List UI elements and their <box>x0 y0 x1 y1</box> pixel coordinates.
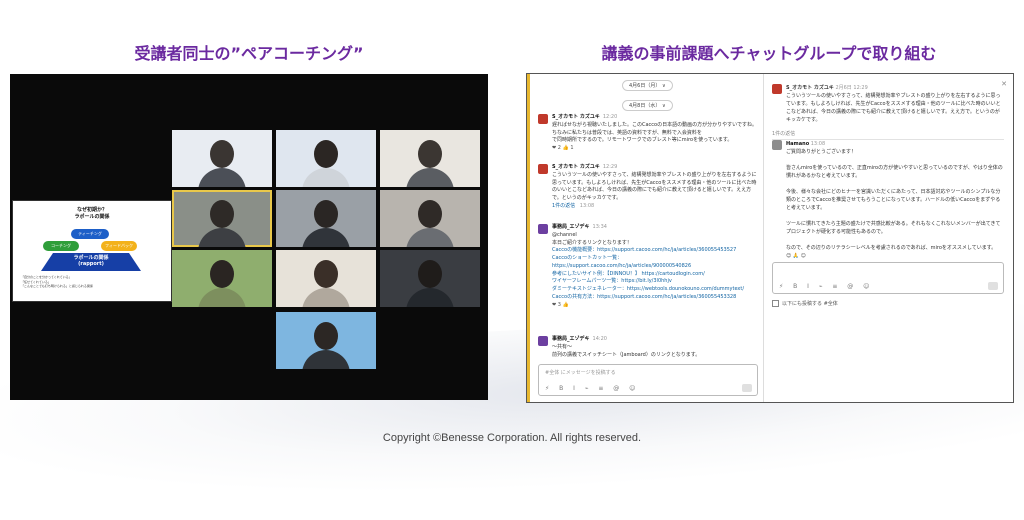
message-time: 13:34 <box>592 224 607 230</box>
participant-tile[interactable] <box>172 250 272 307</box>
message-text: 遅ればせながら視聴いたしました。このCaccoの日本語の動画の方が分かりやすいで… <box>552 121 757 144</box>
message-composer[interactable]: #全体 にメッセージを投稿する ⚡ B I ⌁ ≡ @ ☺ <box>538 364 758 396</box>
message-link[interactable]: ダミーテキストジェネレーター：https://webtools.dounokou… <box>552 286 758 294</box>
send-icon[interactable] <box>742 384 752 392</box>
reply-time: 13:08 <box>579 202 595 209</box>
avatar[interactable] <box>772 84 782 94</box>
message-link[interactable]: Caccoの共有方法：https://support.cacoo.com/hc/… <box>552 294 758 302</box>
chat-message: 事務局_エゾデキ 14:20 〜共有〜 前列の講義でスイッチシート（Jamboar… <box>538 336 758 359</box>
slide-notes: 「自分のことを分かってくれている」 「任せてくれている」 「こんなことでも打ち明… <box>21 275 93 288</box>
message-link[interactable]: ワイヤーフレームパーツ一覧：https://bit.ly/3l0hhjv <box>552 278 758 286</box>
message-author[interactable]: 事務局_エゾデキ <box>552 336 590 342</box>
checkbox[interactable] <box>772 300 779 307</box>
shared-slide: なぜ初期か？ ラポールの関係 ティーチング コーチング フィードバック ラポール… <box>12 200 172 302</box>
heading-chat-group: 講義の事前課題へチャットグループで取り組む <box>601 44 937 63</box>
thread-parent-message: S_オカモト カズユキ 2月6日 12:29 こういうツールの使いやすさって、結… <box>772 84 1004 124</box>
avatar[interactable] <box>538 164 548 174</box>
participant-tile[interactable] <box>276 250 376 307</box>
composer-toolbar-icons[interactable]: ⚡ B I ⌁ ≡ @ ☺ <box>545 385 639 392</box>
participant-tile[interactable] <box>276 130 376 187</box>
message-reactions[interactable]: ❤ 2 👍 1 <box>552 145 758 153</box>
checkbox-label: 以下にも投稿する #全体 <box>782 301 838 307</box>
slide-pyramid-label: ラポールの関係 (rapport) <box>73 255 109 267</box>
avatar[interactable] <box>538 336 548 346</box>
chat-channel-pane: 4月6日（月） ∨ 4月8日（水） ∨ S_オカモト カズユキ 12:20 遅れば… <box>527 74 763 402</box>
avatar[interactable] <box>538 224 548 234</box>
participant-tile[interactable] <box>172 130 272 187</box>
date-divider[interactable]: 4月8日（水） ∨ <box>622 100 673 111</box>
slide-pill-feedback: フィードバック <box>101 241 137 251</box>
message-text: こういうツールの使いやすさって、結構発想効率やブレストの盛り上がりを左右するよう… <box>786 93 1001 123</box>
message-author[interactable]: S_オカモト カズユキ <box>786 85 834 91</box>
participant-tile-active-speaker[interactable] <box>172 190 272 247</box>
slide-title: なぜ初期か？ ラポールの関係 <box>74 207 110 220</box>
message-time: 12:29 <box>602 164 618 170</box>
message-text: ご質問ありがとうございます！ 皆さんmiroを使っているので、正直miroの方が… <box>786 149 1003 251</box>
message-time: 2月6日 12:29 <box>835 85 868 91</box>
message-link[interactable]: Caccoのショートカット一覧：https://support.cacoo.co… <box>552 255 758 271</box>
copyright-footer: Copyright ©Benesse Corporation. All righ… <box>382 432 642 444</box>
chat-app-screenshot: 4月6日（月） ∨ 4月8日（水） ∨ S_オカモト カズユキ 12:20 遅れば… <box>526 73 1014 403</box>
chat-message: 事務局_エゾデキ 13:34 @channel 本日ご紹介するリンクとなります！ … <box>538 224 758 309</box>
message-link[interactable]: Caccoの機能概要：https://support.cacoo.com/hc/… <box>552 247 758 255</box>
send-icon[interactable] <box>988 282 998 290</box>
thread-reply-link[interactable]: 1件の返信 <box>552 203 575 209</box>
participant-tile[interactable] <box>380 190 480 247</box>
slide-pill-teaching: ティーチング <box>71 229 109 239</box>
avatar[interactable] <box>538 114 548 124</box>
message-time: 14:20 <box>592 336 607 342</box>
date-divider[interactable]: 4月6日（月） ∨ <box>622 80 673 91</box>
slide-pill-coaching: コーチング <box>43 241 79 251</box>
chat-message: S_オカモト カズユキ 12:29 こういうツールの使いやすさって、結構発想効率や… <box>538 164 758 211</box>
message-reactions[interactable]: ❤ 3 👍 <box>552 302 758 310</box>
thread-reply-composer[interactable]: ⚡ B I ⌁ ≡ @ ☺ <box>772 262 1004 294</box>
participant-tile[interactable] <box>380 130 480 187</box>
message-time: 13:08 <box>810 141 826 147</box>
thread-pane: ✕ S_オカモト カズユキ 2月6日 12:29 こういうツールの使いやすさって… <box>763 74 1013 402</box>
message-text: 〜共有〜 前列の講義でスイッチシート（Jamboard）のリンクとなります。 <box>552 343 701 358</box>
participant-tile[interactable] <box>380 250 480 307</box>
message-author[interactable]: S_オカモト カズユキ <box>552 164 600 170</box>
heading-pair-coaching: 受講者同士の”ペアコーチング” <box>134 44 364 63</box>
participant-tile[interactable] <box>276 312 376 369</box>
chat-message: S_オカモト カズユキ 12:20 遅ればせながら視聴いたしました。このCacco… <box>538 114 758 153</box>
message-author[interactable]: Hamano <box>786 141 809 147</box>
message-text: こういうツールの使いやすさって、結構発想効率やブレストの盛り上がりを左右するよう… <box>552 171 757 201</box>
message-author[interactable]: 事務局_エゾデキ <box>552 224 590 230</box>
message-time: 12:20 <box>602 114 618 120</box>
message-author[interactable]: S_オカモト カズユキ <box>552 114 600 120</box>
video-meeting-screenshot: なぜ初期か？ ラポールの関係 ティーチング コーチング フィードバック ラポール… <box>10 74 488 400</box>
participant-tile[interactable] <box>276 190 376 247</box>
message-text: @channel 本日ご紹介するリンクとなります！ <box>552 231 632 246</box>
avatar[interactable] <box>772 140 782 150</box>
also-post-to-channel[interactable]: 以下にも投稿する #全体 <box>772 300 838 307</box>
composer-placeholder: #全体 にメッセージを投稿する <box>545 370 616 376</box>
composer-toolbar-icons[interactable]: ⚡ B I ⌁ ≡ @ ☺ <box>779 283 873 290</box>
thread-reply-count: 1件の返信 <box>772 130 1004 140</box>
message-reactions[interactable]: 😊 🙏 ☺ <box>786 252 1004 260</box>
thread-reply-message: Hamano 13:08 ご質問ありがとうございます！ 皆さんmiroを使ってい… <box>772 140 1004 260</box>
